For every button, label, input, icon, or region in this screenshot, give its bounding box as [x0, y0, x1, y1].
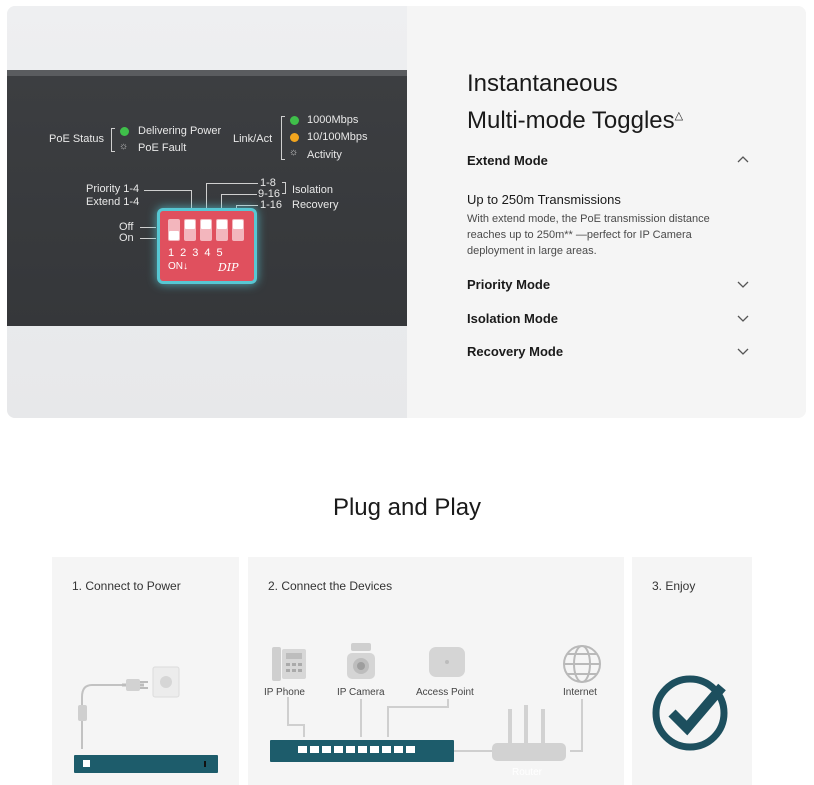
- speed-1000-led-icon: [290, 116, 299, 125]
- dip-slot-1[interactable]: [168, 219, 180, 241]
- step-label: 3. Enjoy: [652, 579, 696, 593]
- poe-status-label: PoE Status: [49, 133, 105, 145]
- step-connect-devices: 2. Connect the Devices IP Phone IP Camer…: [248, 557, 624, 785]
- title-mark: △: [674, 110, 684, 122]
- accordion-recovery-mode[interactable]: Recovery Mode: [467, 344, 749, 362]
- poe-fault-label: PoE Fault: [138, 142, 187, 154]
- extend-description: With extend mode, the PoE transmission d…: [467, 213, 710, 257]
- on-label: On: [119, 232, 134, 244]
- feature-card: PoE Status Delivering Power ☼ PoE Fault …: [7, 6, 806, 418]
- accordion-header-priority[interactable]: Priority Mode: [467, 277, 749, 295]
- chevron-down-icon[interactable]: [737, 312, 749, 324]
- router-icon: [492, 705, 566, 761]
- step-label: 2. Connect the Devices: [268, 579, 393, 593]
- range-1-16-label: 1-16: [260, 199, 283, 211]
- accordion-label-recovery: Recovery Mode: [467, 344, 564, 359]
- switch-panel-image: PoE Status Delivering Power ☼ PoE Fault …: [7, 6, 407, 418]
- switch-front-panel: PoE Status Delivering Power ☼ PoE Fault …: [7, 70, 407, 326]
- isolation-label: Isolation: [292, 184, 333, 196]
- link-act-bracket: [281, 116, 285, 160]
- speed-10-100-led-icon: [290, 133, 299, 142]
- router-label: Router: [512, 767, 543, 778]
- power-adapter-icon: [78, 705, 87, 721]
- accordion-header-recovery[interactable]: Recovery Mode: [467, 344, 749, 362]
- accordion-header-extend[interactable]: Extend Mode: [467, 153, 749, 171]
- delivering-power-label: Delivering Power: [138, 125, 222, 137]
- fault-sun-icon: ☼: [119, 141, 129, 152]
- accordion-header-isolation[interactable]: Isolation Mode: [467, 311, 749, 329]
- chevron-down-icon[interactable]: [737, 345, 749, 357]
- accordion-isolation-mode[interactable]: Isolation Mode: [467, 311, 749, 329]
- dip-slot-5[interactable]: [232, 219, 244, 241]
- power-connection-illustration: [74, 666, 218, 773]
- ip-phone-icon: [272, 647, 306, 681]
- poe-status-bracket: [111, 128, 115, 152]
- activity-label: Activity: [307, 149, 342, 161]
- speed-10-100-label: 10/100Mbps: [307, 131, 368, 143]
- plug-icon: [126, 679, 140, 691]
- dip-switch[interactable]: 12345 ON↓ DIP: [160, 211, 254, 281]
- dip-on-label: ON↓: [168, 261, 188, 272]
- link-act-label: Link/Act: [233, 133, 273, 145]
- access-point-label: Access Point: [416, 687, 474, 698]
- step-label: 1. Connect to Power: [72, 579, 181, 593]
- dip-brand-label: DIP: [218, 261, 239, 274]
- ip-camera-label: IP Camera: [337, 687, 385, 698]
- checkmark-circle-icon: [652, 675, 728, 751]
- step-enjoy: 3. Enjoy: [632, 557, 752, 785]
- extend-subtitle: Up to 250m Transmissions: [467, 192, 621, 207]
- feature-title: Instantaneous Multi-mode Toggles△: [467, 68, 683, 137]
- priority-label: Priority 1-4: [86, 183, 140, 195]
- accordion-label-extend: Extend Mode: [467, 153, 548, 168]
- activity-sun-icon: ☼: [289, 147, 299, 158]
- dip-slot-3[interactable]: [200, 219, 212, 241]
- chevron-down-icon[interactable]: [737, 278, 749, 290]
- globe-icon: [563, 645, 601, 683]
- speed-1000-label: 1000Mbps: [307, 114, 359, 126]
- internet-label: Internet: [563, 687, 597, 698]
- switch-device-icon: [74, 755, 218, 773]
- ip-phone-label: IP Phone: [264, 687, 305, 698]
- ip-camera-icon: [347, 643, 375, 679]
- dip-slot-2[interactable]: [184, 219, 196, 241]
- step-connect-power: 1. Connect to Power: [52, 557, 239, 785]
- accordion-label-priority: Priority Mode: [467, 277, 551, 292]
- accordion-label-isolation: Isolation Mode: [467, 311, 558, 326]
- dip-slot-4[interactable]: [216, 219, 228, 241]
- device-connection-illustration: [270, 643, 601, 762]
- access-point-icon: [429, 647, 465, 677]
- dip-numbers: 12345: [168, 247, 229, 259]
- delivering-power-led-icon: [120, 127, 129, 136]
- accordion-extend-mode[interactable]: Extend Mode: [467, 153, 749, 171]
- plug-and-play-title: Plug and Play: [332, 494, 482, 521]
- recovery-label: Recovery: [292, 199, 339, 211]
- accordion-priority-mode[interactable]: Priority Mode: [467, 277, 749, 295]
- chevron-up-icon[interactable]: [737, 154, 749, 166]
- feature-title-line1: Instantaneous: [467, 70, 618, 97]
- feature-text-panel: Instantaneous Multi-mode Toggles△ Extend…: [407, 6, 806, 418]
- extend-label: Extend 1-4: [86, 196, 140, 208]
- feature-title-line2: Multi-mode Toggles: [467, 107, 675, 134]
